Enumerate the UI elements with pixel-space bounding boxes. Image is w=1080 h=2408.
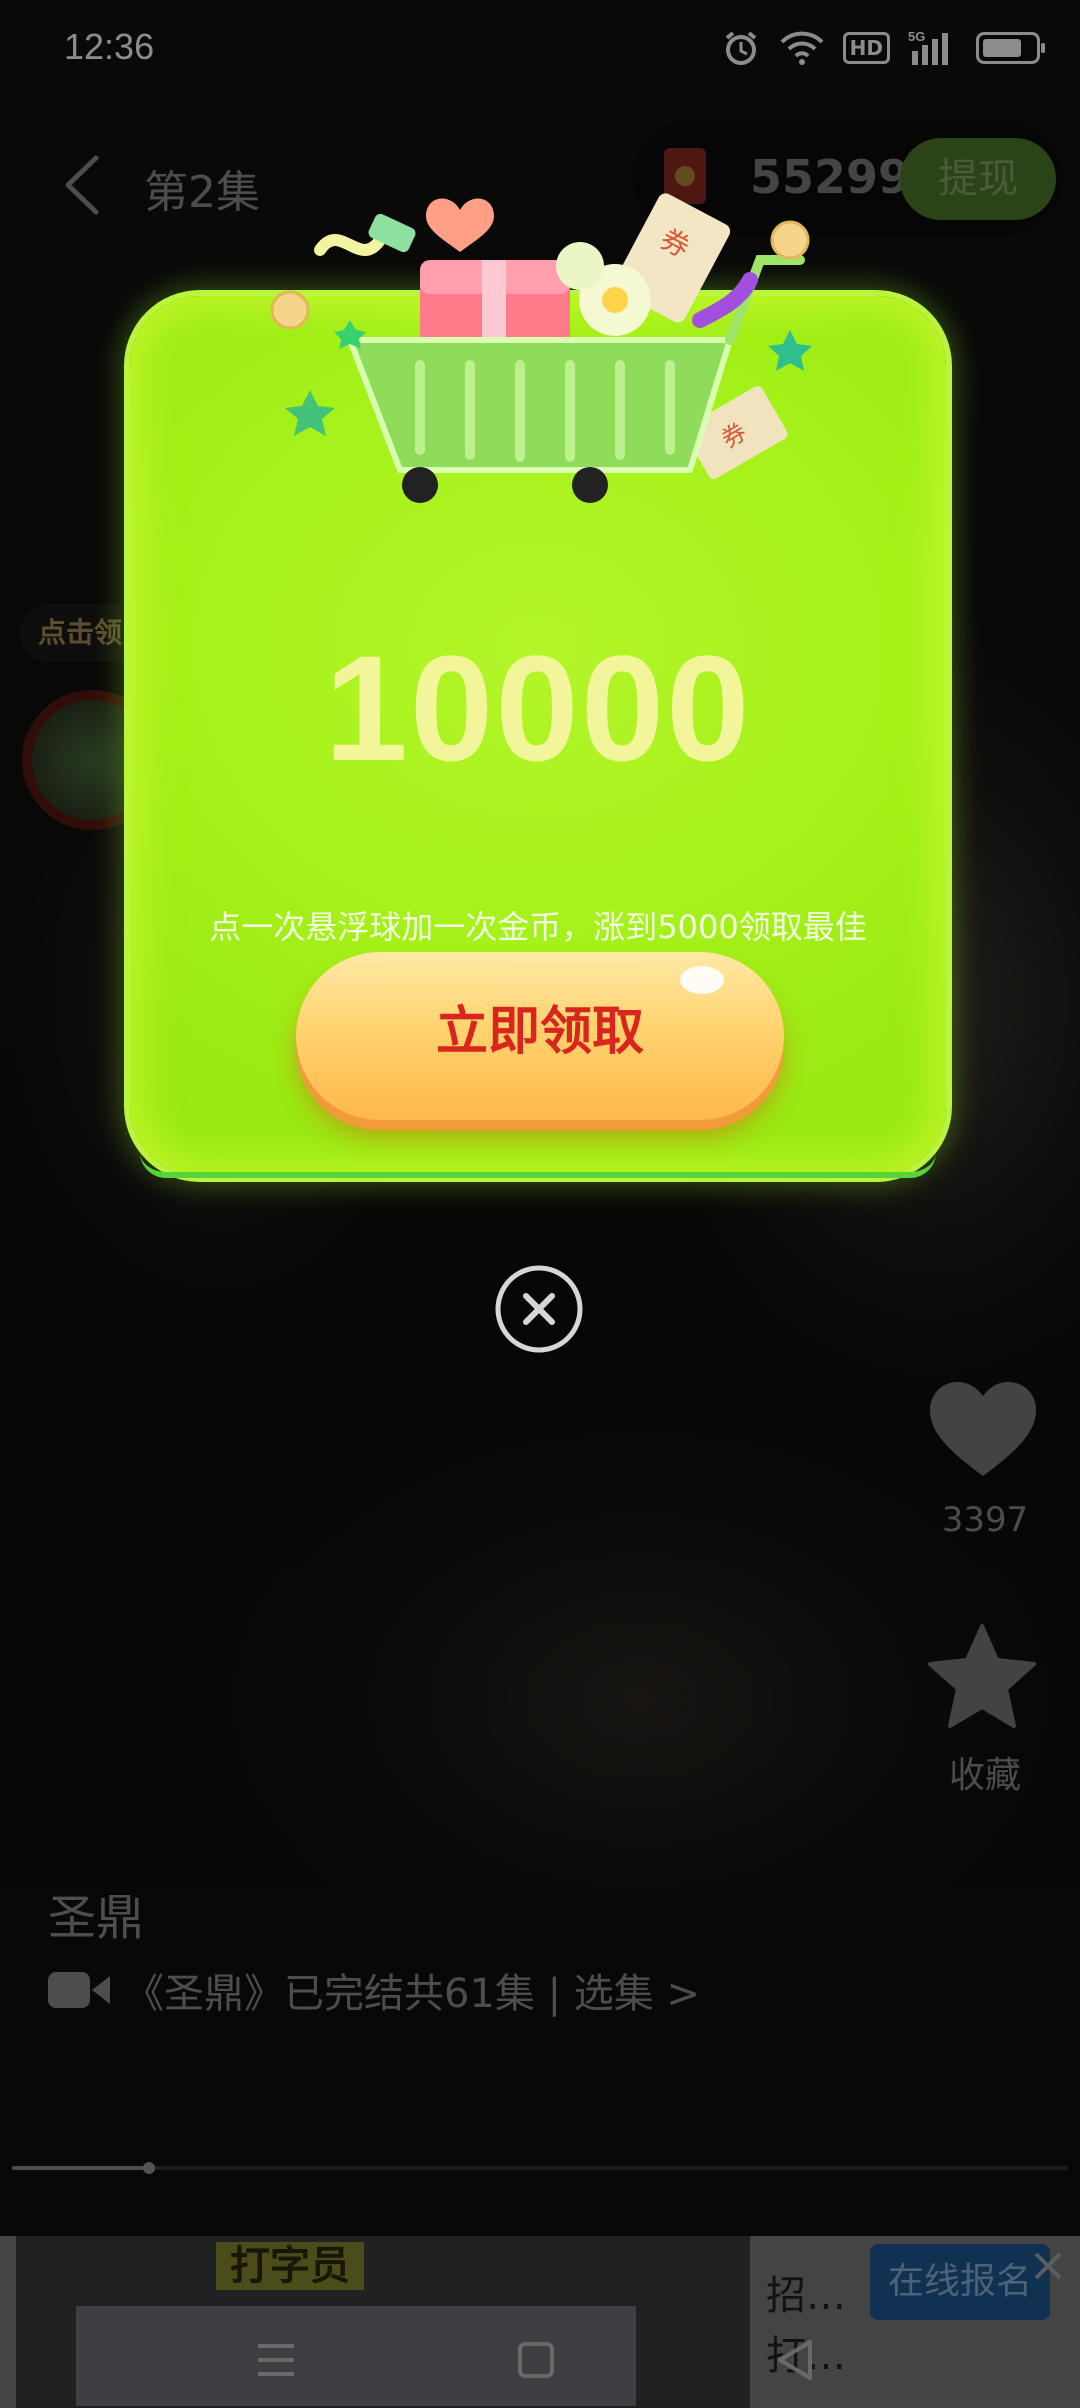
claim-now-button[interactable]: 立即领取 [296,952,784,1120]
button-gloss [680,966,724,994]
popup-close-button[interactable] [494,1264,584,1354]
close-circle-icon [495,1265,583,1353]
shopping-basket-gift-icon: 券 券 [270,193,812,503]
reward-amount: 10000 [324,624,752,792]
reward-description: 点一次悬浮球加一次金币，涨到5000领取最佳 [209,908,867,946]
claim-now-label: 立即领取 [435,1002,644,1062]
